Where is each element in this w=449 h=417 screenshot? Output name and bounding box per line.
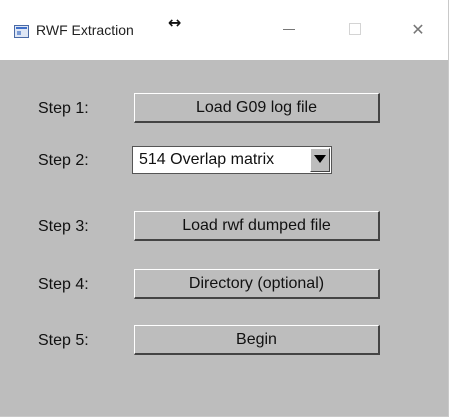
- load-rwf-dumped-button[interactable]: Load rwf dumped file: [134, 211, 380, 241]
- minimize-button[interactable]: [266, 14, 312, 44]
- maximize-icon: [349, 23, 361, 35]
- load-g09-log-button[interactable]: Load G09 log file: [134, 93, 380, 123]
- close-icon: ✕: [411, 19, 425, 39]
- maximize-button[interactable]: [332, 14, 378, 44]
- dropdown-arrow-button[interactable]: [310, 148, 330, 172]
- matrix-select-value: 514 Overlap matrix: [139, 151, 275, 168]
- step-1-label: Step 1:: [38, 100, 89, 117]
- window-title: RWF Extraction: [36, 22, 134, 38]
- chevron-down-icon: [314, 155, 326, 163]
- resize-horizontal-cursor-icon: ↔: [168, 13, 182, 32]
- title-bar[interactable]: RWF Extraction ↔ ✕: [0, 0, 448, 60]
- app-window: RWF Extraction ↔ ✕ Step 1: Load G09 log …: [0, 0, 449, 417]
- begin-button[interactable]: Begin: [134, 325, 380, 355]
- step-3-label: Step 3:: [38, 218, 89, 235]
- step-5-label: Step 5:: [38, 332, 89, 349]
- matrix-select[interactable]: 514 Overlap matrix: [132, 146, 332, 174]
- directory-button[interactable]: Directory (optional): [134, 269, 380, 299]
- app-window-icon: [14, 25, 29, 38]
- minimize-icon: [283, 28, 295, 30]
- step-2-label: Step 2:: [38, 152, 89, 169]
- close-button[interactable]: ✕: [395, 14, 441, 44]
- step-4-label: Step 4:: [38, 276, 89, 293]
